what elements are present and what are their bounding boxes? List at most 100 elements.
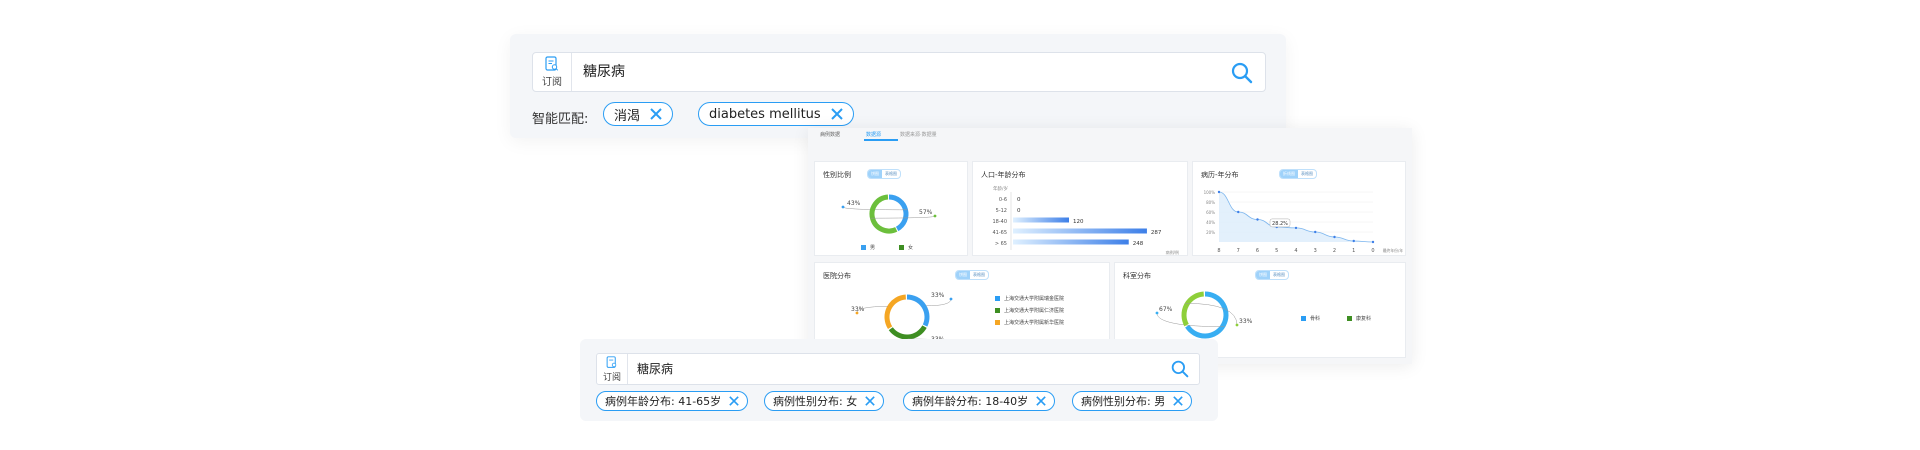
x-tick-label: 1	[1352, 248, 1355, 254]
search-bar: 订阅 糖尿病	[532, 52, 1266, 92]
donut-slice	[888, 325, 927, 340]
x-tick-label: 3	[1314, 248, 1317, 254]
tab-source-volume[interactable]: 数据来源·数据量	[900, 131, 937, 138]
data-point	[1371, 240, 1375, 244]
toggle-table[interactable]: 表格图	[1270, 271, 1288, 279]
x-tick-label: 5	[1275, 248, 1278, 254]
data-label: 67%	[1159, 306, 1173, 313]
data-label: 33%	[931, 292, 945, 299]
category-label: 5-12	[996, 208, 1007, 214]
tag-label: 病例性别分布: 男	[1081, 395, 1166, 408]
tab-case-data[interactable]: 病例数据	[820, 131, 840, 138]
population-bar	[1013, 239, 1129, 245]
close-icon[interactable]	[650, 108, 662, 120]
data-label: 33%	[851, 306, 865, 313]
leader-dot	[841, 205, 845, 209]
filter-tag[interactable]: 病例年龄分布: 41-65岁	[596, 391, 749, 411]
search-input[interactable]: 糖尿病	[583, 53, 625, 91]
close-icon[interactable]	[865, 396, 875, 406]
close-icon[interactable]	[1036, 396, 1046, 406]
search-input[interactable]: 糖尿病	[637, 354, 673, 384]
population-card: 人口-年龄分布 年龄/岁 0-6 0 5-12 0 18-40 120 41-65 287 > 6…	[972, 161, 1188, 256]
subscribe-button[interactable]: 订阅	[533, 53, 572, 91]
search-icon[interactable]	[1171, 360, 1189, 378]
dashboard-tabs: 病例数据 数据源 数据来源·数据量	[808, 128, 1412, 142]
leader-dot	[1155, 311, 1159, 315]
legend-item: 女	[899, 244, 913, 251]
disease-year-line-chart: 100% 80% 60% 40% 20% 8 7 6 5 4 3 2 1 0 28.2% 最终年份/年	[1204, 190, 1404, 254]
y-tick-label: 80%	[1206, 200, 1215, 205]
donut-slice	[888, 194, 909, 232]
category-label: 0-6	[999, 197, 1007, 203]
close-icon[interactable]	[1173, 396, 1183, 406]
data-point	[1352, 239, 1355, 243]
x-tick-label: 6	[1256, 248, 1259, 254]
leader-line	[1185, 303, 1238, 326]
legend-item: 上海交通大学附属新华医院	[995, 319, 1064, 326]
gender-card: 性别比例 饼图 表格图 43% 57% 男 女	[814, 161, 968, 256]
match-tag[interactable]: 消渴	[603, 102, 674, 126]
subscribe-button[interactable]: 订阅	[597, 354, 628, 384]
data-point	[1256, 218, 1259, 221]
legend-item: 康复科	[1347, 315, 1371, 322]
data-point	[1314, 230, 1317, 234]
match-tag[interactable]: diabetes mellitus	[698, 102, 854, 126]
data-point	[1237, 210, 1240, 214]
filter-tag[interactable]: 病例性别分布: 女	[764, 391, 885, 411]
search-icon[interactable]	[1231, 62, 1253, 84]
y-tick-label: 100%	[1204, 190, 1216, 195]
y-tick-label: 20%	[1206, 230, 1215, 235]
legend-item: 上海交通大学附属仁济医院	[995, 307, 1064, 314]
y-tick-label: 60%	[1206, 210, 1215, 215]
x-tick-label: 7	[1237, 248, 1240, 254]
category-label: > 65	[995, 241, 1007, 247]
leader-line	[925, 298, 952, 307]
bar-value-label: 0	[1017, 197, 1021, 203]
disease-year-card: 病历-年分布 折线图 表格图 100% 80% 60% 40% 20% 8 7 6 5 4 3 2 1 0…	[1192, 161, 1406, 256]
legend-item: 骨科	[1301, 315, 1320, 322]
donut-slice	[884, 294, 907, 330]
x-tick-label: 2	[1333, 248, 1336, 254]
x-axis-label: 病例/例	[1166, 249, 1179, 255]
population-bar	[1013, 217, 1069, 223]
bar-value-label: 120	[1073, 219, 1084, 225]
gender-donut-chart: 43% 57%	[841, 194, 937, 234]
tag-label: 病例年龄分布: 41-65岁	[605, 395, 722, 408]
leader-line	[1156, 312, 1225, 327]
donut-slice	[906, 294, 930, 327]
tag-label: 消渴	[614, 108, 641, 124]
leader-dot	[933, 214, 937, 218]
data-point	[1333, 235, 1336, 239]
filter-tag[interactable]: 病例年龄分布: 18-40岁	[903, 391, 1056, 411]
document-search-icon	[606, 355, 617, 368]
document-search-icon	[545, 56, 559, 71]
data-label: 33%	[1239, 318, 1253, 325]
y-axis-label: 年龄/岁	[993, 185, 1008, 192]
subscribe-label: 订阅	[602, 372, 621, 383]
filter-tag[interactable]: 病例性别分布: 男	[1072, 391, 1193, 411]
donut-slice	[869, 194, 898, 234]
close-icon[interactable]	[729, 396, 739, 406]
donut-slice	[1181, 291, 1205, 327]
leader-dot	[1235, 323, 1239, 327]
active-tab-indicator	[864, 139, 898, 141]
close-icon[interactable]	[830, 108, 843, 120]
legend-item: 男	[861, 244, 875, 251]
area-fill	[1219, 192, 1373, 242]
bar-value-label: 0	[1017, 208, 1021, 214]
data-point	[1294, 226, 1298, 230]
statistics-dashboard: 病例数据 数据源 数据来源·数据量 性别比例 饼图 表格图 43% 57% 男 女…	[808, 128, 1412, 364]
x-axis-label: 最终年份/年	[1383, 248, 1403, 253]
search-bar: 订阅 糖尿病	[596, 353, 1200, 385]
tag-label: 病例年龄分布: 18-40岁	[912, 395, 1029, 408]
x-tick-label: 8	[1217, 248, 1220, 254]
data-point	[1217, 190, 1221, 194]
population-bar-chart: 年龄/岁 0-6 0 5-12 0 18-40 120 41-65 287 > 65 248 病例/例	[992, 185, 1179, 255]
category-label: 41-65	[992, 230, 1007, 236]
bar-value-label: 248	[1133, 241, 1144, 247]
y-tick-label: 40%	[1206, 220, 1215, 225]
tag-label: 病例性别分布: 女	[773, 395, 858, 408]
category-label: 18-40	[992, 219, 1007, 225]
data-label: 57%	[919, 209, 933, 216]
tab-data-source[interactable]: 数据源	[866, 131, 881, 138]
